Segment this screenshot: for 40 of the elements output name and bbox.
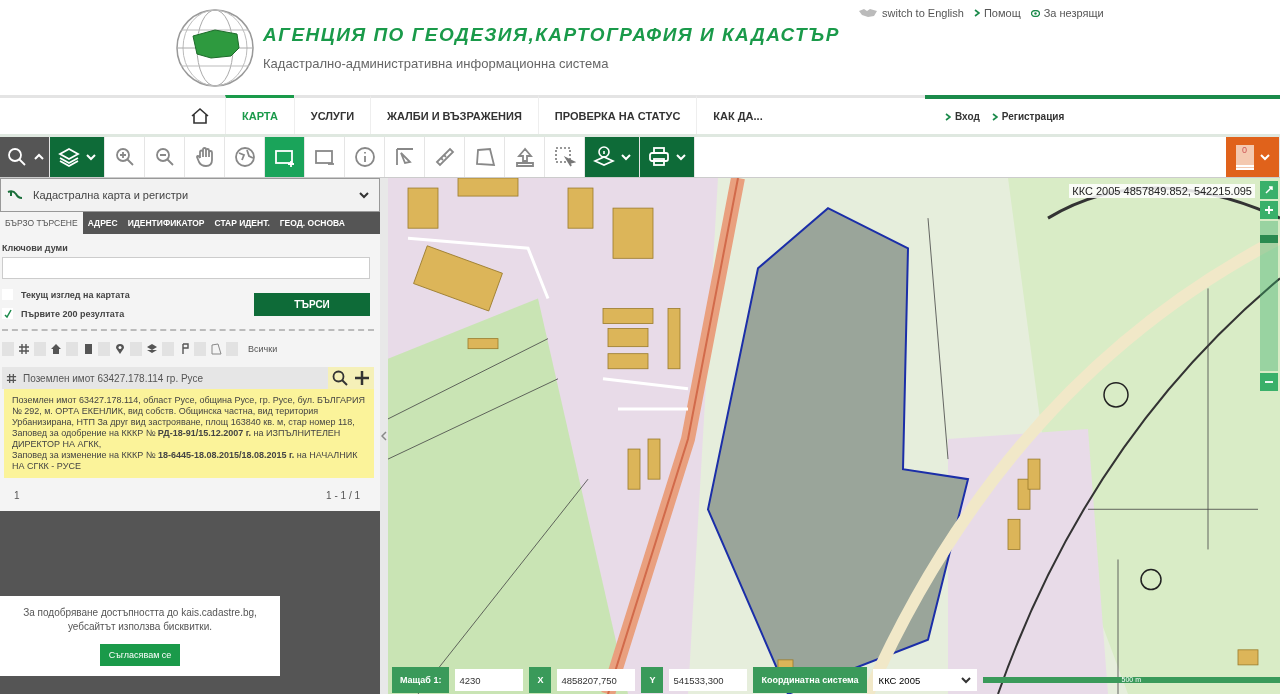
nav-tab[interactable]: КАК ДА...	[696, 95, 779, 134]
cookie-message: За подобряване достъпността до kais.cadastre.bg, уебсайтът използва бисквитки.	[22, 606, 258, 634]
auth-link[interactable]: Вход	[945, 111, 980, 122]
auth-link[interactable]: Регистрация	[991, 111, 1065, 122]
search-tab[interactable]: АДРЕС	[82, 212, 123, 234]
result-title: Поземлен имот 63427.178.114 гр. Русе	[23, 372, 205, 384]
accept-cookies-button[interactable]: Съгласявам се	[99, 644, 181, 666]
keywords-label: Ключови думи	[2, 243, 69, 253]
header-link[interactable]: switch to English	[858, 7, 964, 19]
scale-input[interactable]: 4230	[455, 669, 524, 691]
header-link[interactable]: За незрящи	[1030, 7, 1104, 19]
crs-label: Координатна система	[753, 667, 867, 693]
result-text: Заповед за изменение на КККР № 18-6445-18.08.2015/18.08.2015 г. на НАЧАЛНИК НА СГКК - РУСЕ	[12, 450, 359, 472]
result-count-badge: 0	[1235, 144, 1254, 170]
search-tab[interactable]: СТАР ИДЕНТ.	[209, 212, 275, 234]
filter-all-label: Всички	[248, 344, 278, 354]
option-label: Първите 200 резултата	[21, 308, 125, 319]
nav-tab[interactable]: УСЛУГИ	[293, 95, 371, 134]
y-label: Y	[641, 667, 664, 693]
layer-select[interactable]: Кадастрална карта и регистри	[0, 178, 380, 212]
result-header[interactable]: Поземлен имот 63427.178.114 гр. Русе	[2, 367, 374, 389]
nav-tab[interactable]: ЖАЛБИ И ВЪЗРАЖЕНИЯ	[370, 95, 538, 134]
y-coordinate-input[interactable]: 541533,300	[669, 669, 748, 691]
search-tab[interactable]: ГЕОД. ОСНОВА	[274, 212, 350, 234]
search-tab[interactable]: ИДЕНТИФИКАТОР	[122, 212, 210, 234]
system-subtitle: Кадастрално-административна информационна система	[263, 56, 610, 71]
x-label: X	[529, 667, 552, 693]
result-range: 1 - 1 / 1	[326, 490, 360, 501]
cursor-coordinates: ККС 2005 4857849.852, 542215.095	[1069, 184, 1255, 198]
page-number[interactable]: 1	[14, 490, 20, 501]
crs-select[interactable]: ККС 2005	[872, 669, 977, 691]
nav-tab[interactable]: КАРТА	[225, 95, 294, 134]
scale-label: Мащаб 1:	[392, 667, 450, 693]
search-submit-button[interactable]: ТЪРСИ	[254, 292, 370, 316]
option-label: Текущ изглед на картата	[21, 289, 130, 300]
x-coordinate-input[interactable]: 4858207,750	[557, 669, 636, 691]
nav-tab[interactable]: ПРОВЕРКА НА СТАТУС	[537, 95, 697, 134]
agency-title: АГЕНЦИЯ ПО ГЕОДЕЗИЯ,КАРТОГРАФИЯ И КАДАСТЪР	[263, 24, 840, 46]
search-tab[interactable]: БЪРЗО ТЪРСЕНЕ	[0, 212, 83, 234]
header-link[interactable]: Помощ	[973, 7, 1021, 19]
